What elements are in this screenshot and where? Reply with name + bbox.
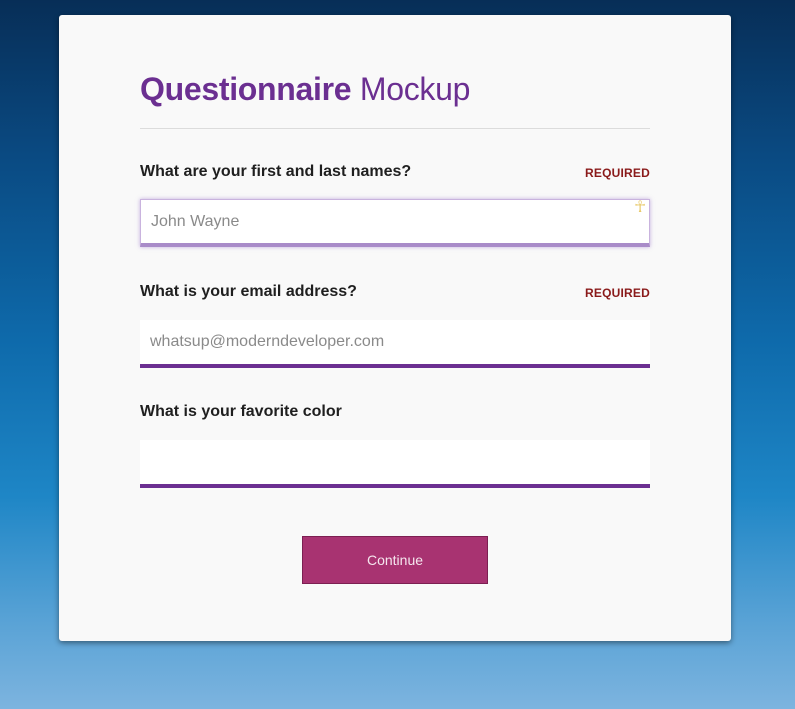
title-light: Mockup (359, 71, 471, 107)
title-bold: Questionnaire (140, 71, 352, 107)
name-field: ☥ (140, 199, 650, 247)
ankh-icon: ☥ (634, 199, 646, 216)
question-color-label: What is your favorite color (140, 403, 342, 420)
email-input[interactable] (140, 320, 650, 364)
color-input[interactable] (140, 440, 650, 484)
questionnaire-card: Questionnaire Mockup What are your first… (59, 15, 731, 641)
title-divider (140, 128, 650, 129)
continue-button[interactable]: Continue (302, 536, 488, 584)
color-field (140, 440, 650, 488)
email-field (140, 320, 650, 368)
question-name-label: What are your first and last names? (140, 163, 412, 180)
question-email-label: What is your email address? (140, 283, 357, 300)
name-required-badge: REQUIRED (585, 166, 650, 180)
email-required-badge: REQUIRED (585, 286, 650, 300)
name-input[interactable] (141, 200, 649, 244)
page-title: Questionnaire Mockup (140, 71, 470, 108)
